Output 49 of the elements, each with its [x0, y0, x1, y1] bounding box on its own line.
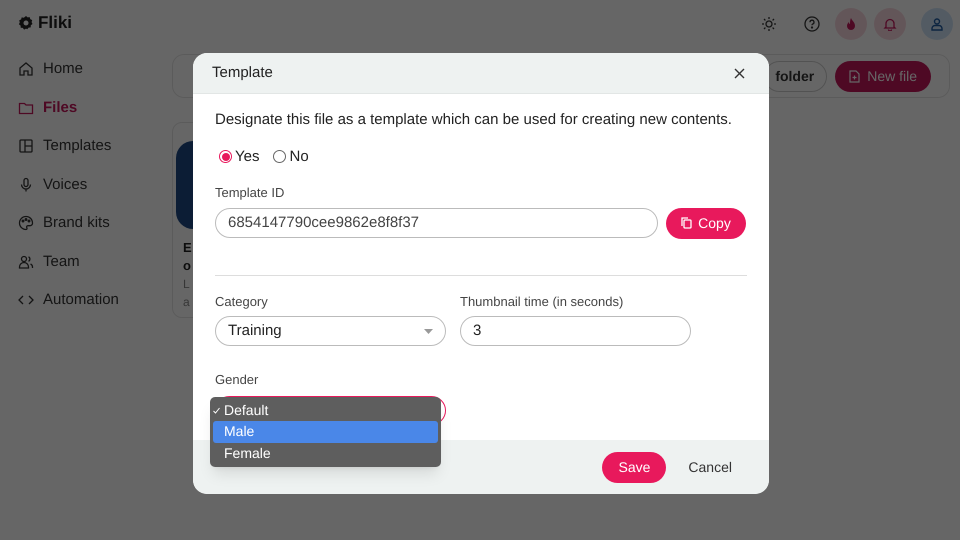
copy-icon	[681, 217, 692, 229]
radio-button[interactable]	[273, 150, 286, 164]
field-label: Template ID	[215, 184, 286, 202]
sidebar-item[interactable]: Voices	[18, 172, 172, 198]
checkmark-icon	[213, 406, 220, 414]
field-label: Thumbnail time (in seconds)	[460, 292, 624, 311]
sidebar-item[interactable]: Home	[18, 56, 172, 82]
dialog-title: Template	[212, 62, 273, 83]
new-file-button[interactable]: New file	[835, 60, 931, 92]
logo-gear-icon	[18, 15, 34, 31]
radio-button[interactable]	[219, 150, 232, 164]
cancel-button[interactable]: Cancel	[688, 456, 732, 478]
file-plus-icon	[849, 70, 860, 82]
field-label: Category	[215, 292, 269, 311]
bell-icon	[883, 17, 897, 31]
dropdown-option[interactable]: Male	[213, 421, 438, 442]
sidebar-item[interactable]: Automation	[18, 287, 172, 314]
radio-option[interactable]: No	[273, 146, 309, 168]
dropdown-option[interactable]: Female	[213, 442, 438, 464]
sidebar-item[interactable]: Team	[18, 248, 172, 275]
category-select[interactable]: Training	[215, 316, 446, 346]
radio-option[interactable]: Yes	[219, 146, 260, 168]
caret-icon	[424, 328, 433, 334]
flame-icon	[844, 17, 858, 31]
save-button[interactable]: Save	[602, 452, 666, 482]
card-title: E	[183, 239, 193, 257]
copy-button[interactable]: Copy	[666, 208, 746, 238]
sun-icon[interactable]	[761, 16, 777, 32]
template-id-field[interactable]: 6854147790cee9862e8f8f37	[215, 208, 658, 238]
close-icon[interactable]	[734, 68, 745, 78]
layout-icon	[18, 138, 34, 154]
notifications-button[interactable]	[874, 8, 906, 40]
sidebar-item[interactable]: Brand kits	[18, 210, 172, 236]
palette-icon	[18, 215, 34, 232]
help-icon[interactable]	[804, 16, 820, 32]
user-icon	[930, 17, 944, 31]
thumbnail-time-field[interactable]: 3	[460, 316, 691, 346]
field-label: Gender	[215, 371, 260, 389]
dialog-description: Designate this file as a template which can be used for creating new contents.	[215, 110, 733, 130]
streak-button[interactable]	[835, 8, 867, 40]
microphone-icon	[18, 176, 34, 193]
people-icon	[18, 254, 34, 270]
home-icon	[18, 61, 34, 78]
sidebar-item[interactable]: Templates	[18, 133, 172, 160]
app-logo-text: Fliki	[38, 12, 72, 34]
sidebar-item[interactable]: Files	[18, 94, 172, 121]
dropdown-option[interactable]: Default	[213, 400, 438, 421]
card-title: o	[183, 257, 192, 275]
profile-button[interactable]	[921, 8, 953, 40]
